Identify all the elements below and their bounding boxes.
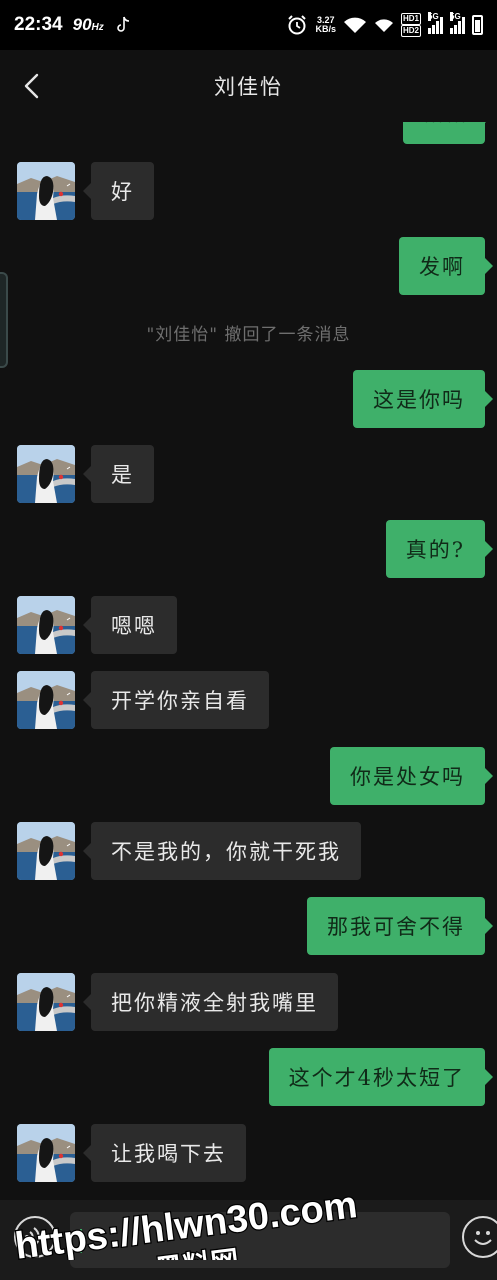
message-text: 是 <box>111 463 134 487</box>
message-list[interactable]: …… 好 发啊 "刘佳怡" 撤回了一条消息 这是你吗 是 真的? 嗯嗯 开学你亲… <box>0 122 497 1200</box>
signal-icon-2: 5G <box>450 12 465 34</box>
message-text: 这个才4秒太短了 <box>288 1066 465 1090</box>
battery-icon <box>472 15 483 35</box>
hd-badge: HD1 HD2 <box>400 13 421 37</box>
message-bubble-outgoing[interactable]: 你是处女吗 <box>330 747 493 805</box>
message-text: 那我可舍不得 <box>327 915 465 939</box>
message-text: 开学你亲自看 <box>111 689 249 713</box>
status-time: 22:34 <box>14 14 63 35</box>
status-icons: 3.27 KB/s HD1 HD2 5G 5G <box>286 12 483 37</box>
signal-tag: 5G <box>428 12 439 21</box>
wifi-icon-2 <box>374 19 393 32</box>
message-bubble-incoming[interactable]: 是 <box>83 445 154 503</box>
message-text: 你是处女吗 <box>350 765 465 789</box>
message-text: 不是我的，你就干死我 <box>111 840 341 864</box>
message-text: 嗯嗯 <box>111 614 157 638</box>
network-speed: 3.27 KB/s <box>315 16 336 34</box>
network-speed-unit: KB/s <box>315 24 336 34</box>
refresh-rate: 90Hz <box>73 15 104 35</box>
message-bubble-outgoing[interactable]: 那我可舍不得 <box>307 897 493 955</box>
message-text: 发啊 <box>419 255 465 279</box>
input-bar <box>0 1200 497 1280</box>
chat-header: 刘佳怡 <box>0 50 497 122</box>
message-bubble-incoming[interactable]: 把你精液全射我嘴里 <box>83 973 338 1031</box>
signal-tag-2: 5G <box>450 12 461 21</box>
message-text: 真的? <box>405 538 465 562</box>
message-bubble-outgoing[interactable]: 这是你吗 <box>353 370 493 428</box>
emoji-button[interactable] <box>462 1216 497 1258</box>
voice-input-button[interactable] <box>14 1216 56 1258</box>
contact-avatar[interactable] <box>17 973 75 1031</box>
message-bubble-incoming[interactable]: 不是我的，你就干死我 <box>83 822 361 880</box>
message-bubble-outgoing[interactable]: 真的? <box>385 520 494 578</box>
contact-avatar[interactable] <box>17 1124 75 1182</box>
refresh-rate-unit: Hz <box>91 22 104 33</box>
refresh-rate-value: 90 <box>72 15 92 34</box>
signal-icon: 5G <box>428 12 443 34</box>
hd-top: HD1 <box>400 13 421 25</box>
emoji-icon <box>474 1231 492 1245</box>
message-bubble-outgoing[interactable]: …… <box>403 122 493 144</box>
message-bubble-incoming[interactable]: 开学你亲自看 <box>83 671 269 729</box>
message-bubble-outgoing[interactable]: 这个才4秒太短了 <box>268 1048 494 1106</box>
hd-bottom: HD2 <box>400 25 421 37</box>
contact-avatar[interactable] <box>17 671 75 729</box>
contact-avatar[interactable] <box>17 596 75 654</box>
wifi-icon <box>343 17 366 33</box>
tiktok-icon <box>117 16 129 32</box>
voice-icon <box>25 1227 40 1247</box>
message-input[interactable] <box>70 1212 450 1268</box>
message-bubble-outgoing[interactable]: 发啊 <box>399 237 493 295</box>
message-bubble-incoming[interactable]: 让我喝下去 <box>83 1124 246 1182</box>
text-caret <box>80 1229 82 1253</box>
contact-avatar[interactable] <box>17 445 75 503</box>
contact-avatar[interactable] <box>17 822 75 880</box>
status-bar: 22:34 90Hz 3.27 KB/s HD1 HD2 5G 5G <box>0 0 497 50</box>
contact-avatar[interactable] <box>17 162 75 220</box>
message-bubble-incoming[interactable]: 嗯嗯 <box>83 596 177 654</box>
chat-title: 刘佳怡 <box>214 75 283 99</box>
message-text: 让我喝下去 <box>111 1142 226 1166</box>
message-text: 好 <box>111 180 134 204</box>
recall-notice: "刘佳怡" 撤回了一条消息 <box>146 325 351 345</box>
message-text: …… <box>423 122 469 127</box>
message-text: 这是你吗 <box>373 388 465 412</box>
message-text: 把你精液全射我嘴里 <box>111 991 318 1015</box>
message-bubble-incoming[interactable]: 好 <box>83 162 154 220</box>
back-arrow-icon[interactable] <box>18 72 46 100</box>
alarm-icon <box>288 15 307 35</box>
